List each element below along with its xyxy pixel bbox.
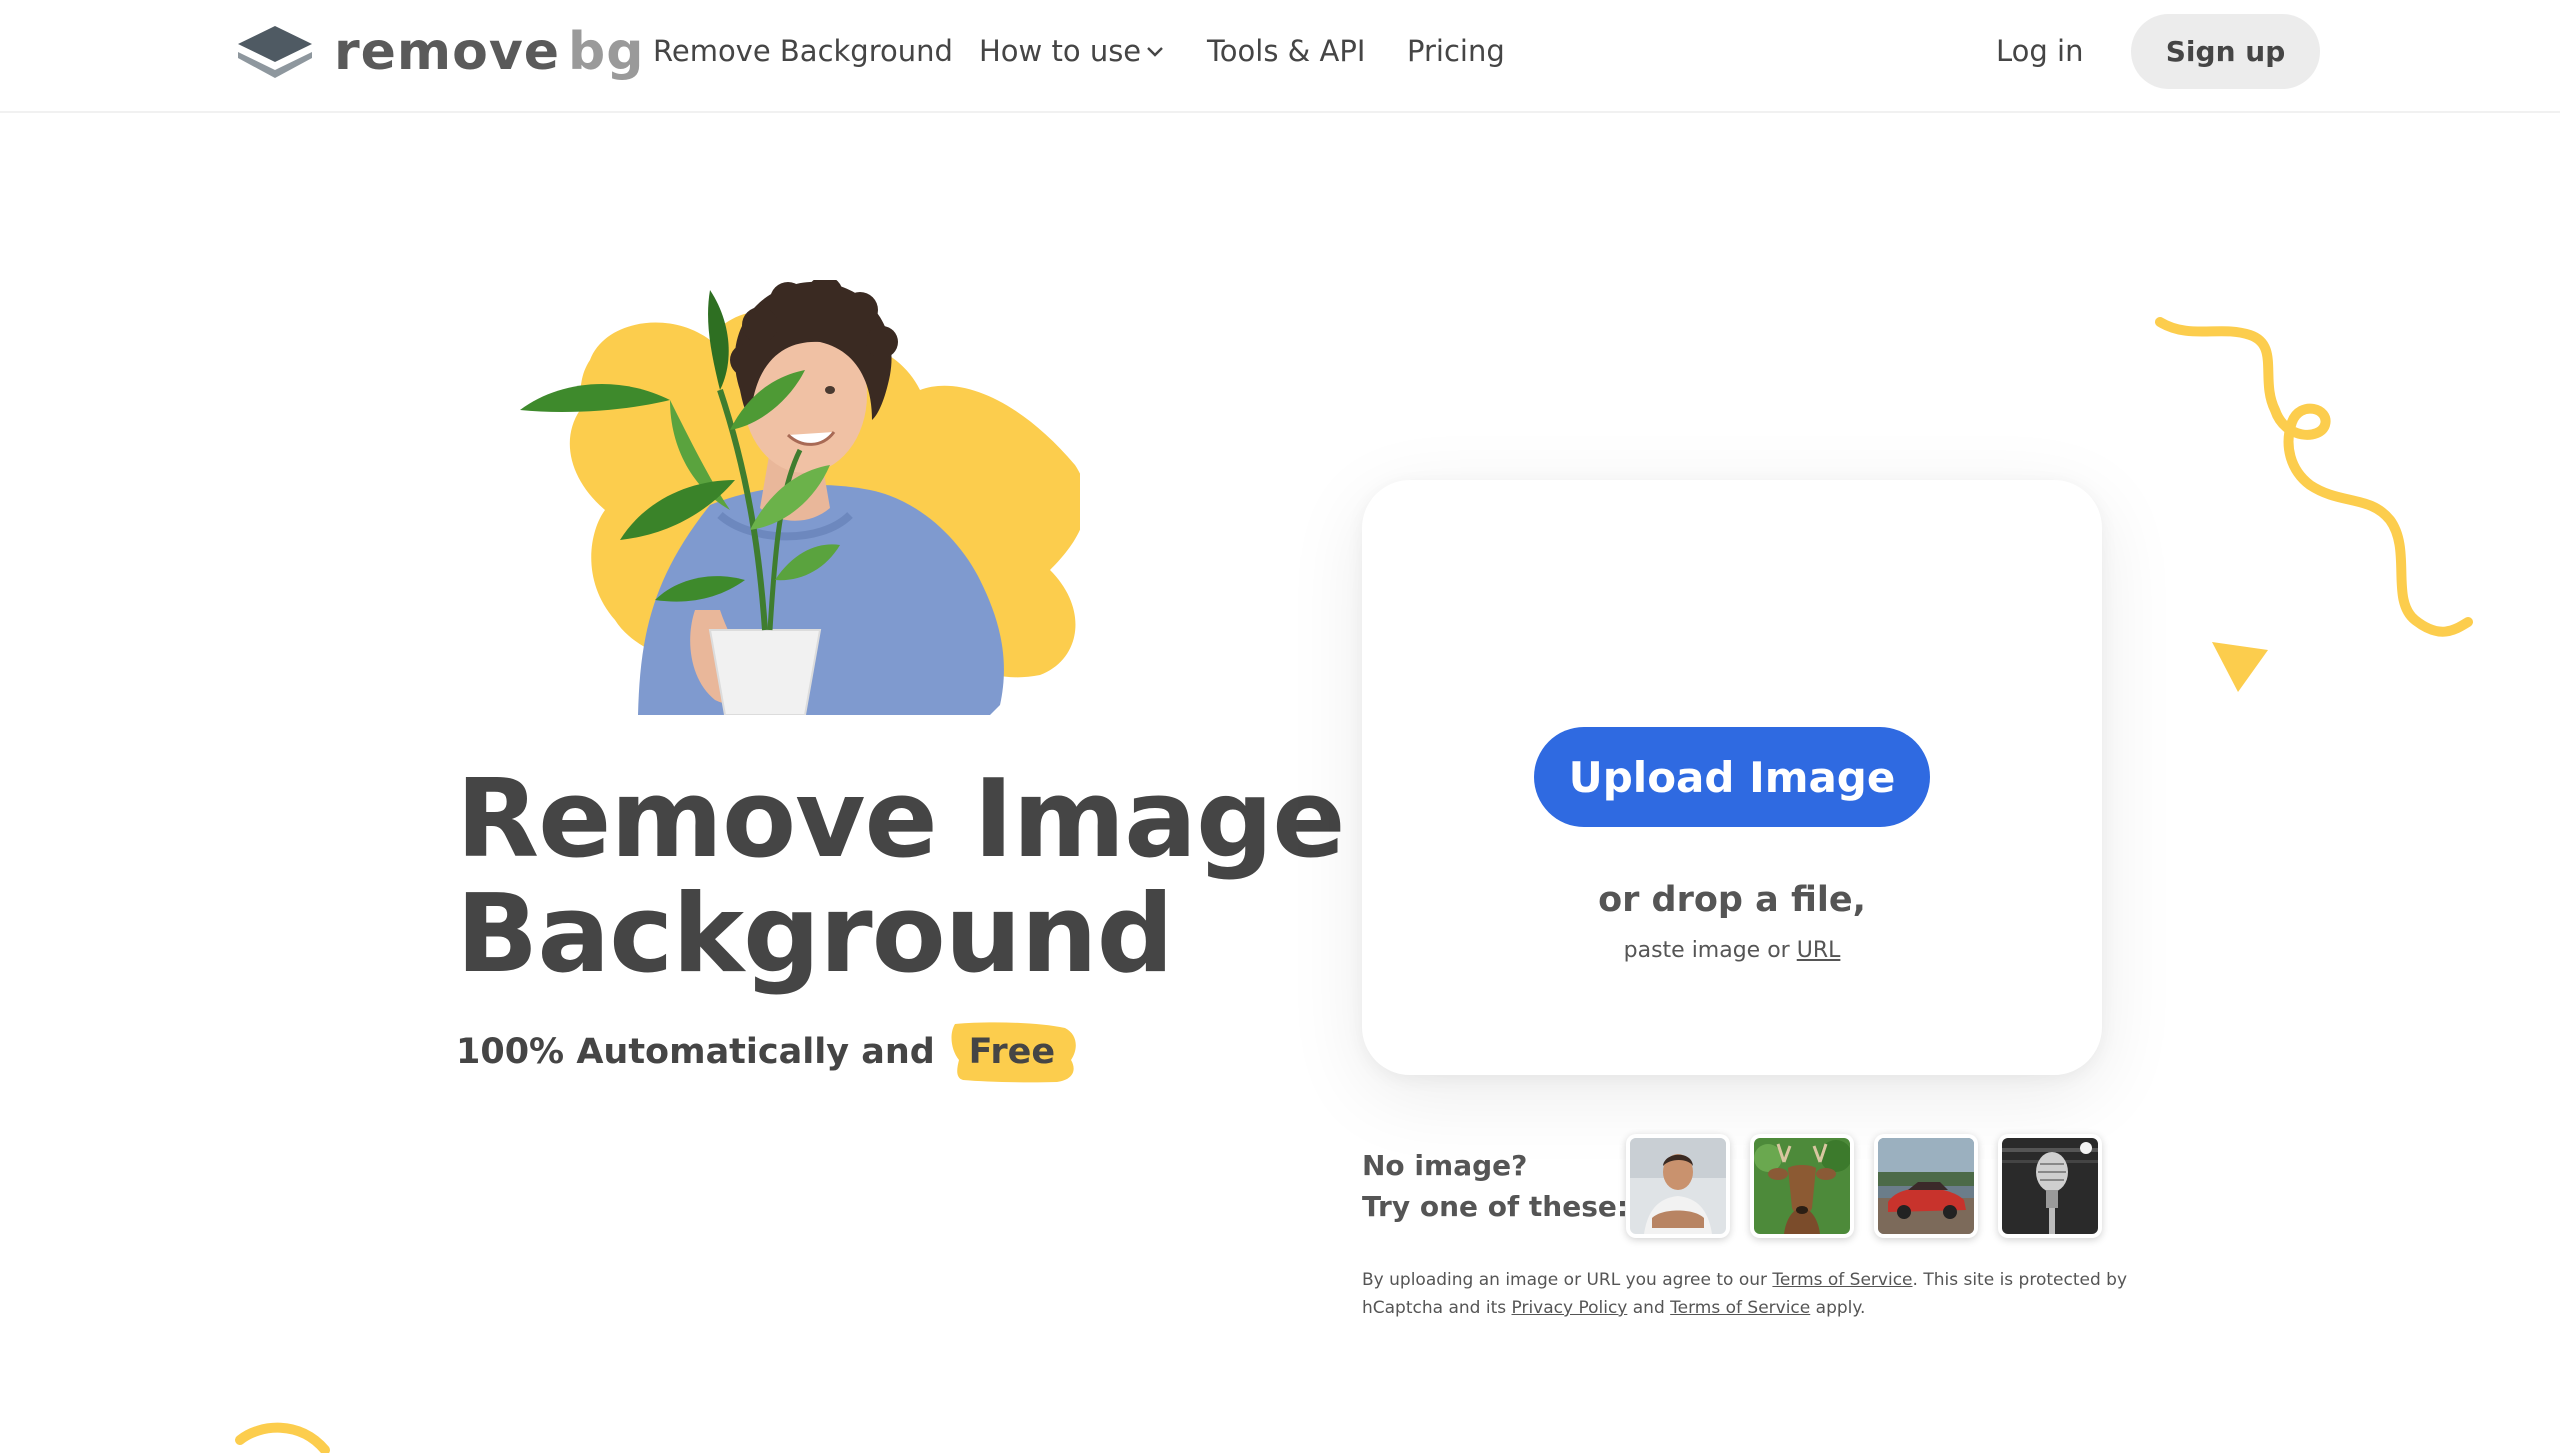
nav-pricing[interactable]: Pricing [1407, 30, 1505, 72]
paste-hint-text: paste image or [1623, 938, 1790, 963]
chevron-down-icon [1147, 47, 1164, 57]
sample-prompt-line-2: Try one of these: [1362, 1190, 1629, 1223]
logo-word-bg: bg [567, 22, 645, 82]
logo-mark-icon [238, 26, 312, 78]
upload-image-button[interactable]: Upload Image [1534, 727, 1930, 827]
sample-deer[interactable] [1750, 1134, 1854, 1238]
sample-person[interactable] [1626, 1134, 1730, 1238]
yellow-arc-decoration [235, 1422, 330, 1453]
hero-title: Remove Image Background [456, 762, 1356, 992]
site-header: remove bg Remove Background How to use To… [0, 0, 2560, 113]
deer-photo-icon [1754, 1138, 1850, 1234]
login-link[interactable]: Log in [1996, 30, 2083, 72]
nav-remove-background[interactable]: Remove Background [653, 30, 953, 72]
free-highlight-text: Free [968, 1032, 1056, 1072]
sample-thumbnails [1626, 1134, 2102, 1238]
yellow-squiggle-decoration [2155, 317, 2473, 692]
signup-button[interactable]: Sign up [2131, 14, 2320, 89]
legal-text-4: apply. [1815, 1298, 1866, 1318]
microphone-photo-icon [2002, 1138, 2098, 1234]
sample-prompt: No image? Try one of these: [1362, 1145, 1628, 1227]
hero-person-illustration [520, 280, 1080, 715]
nav-how-to-use[interactable]: How to use [979, 30, 1164, 72]
paste-hint: paste image or URL [1362, 938, 2102, 963]
hero-title-line-1: Remove Image [456, 757, 1346, 882]
url-link[interactable]: URL [1797, 938, 1841, 963]
person-photo-icon [1630, 1138, 1726, 1234]
sample-car[interactable] [1874, 1134, 1978, 1238]
free-highlight: Free [947, 1020, 1077, 1084]
privacy-policy-link[interactable]: Privacy Policy [1512, 1298, 1628, 1318]
legal-text-1: By uploading an image or URL you agree t… [1362, 1270, 1768, 1290]
nav-how-to-use-label: How to use [979, 34, 1142, 68]
nav-tools-api[interactable]: Tools & API [1207, 30, 1365, 72]
car-photo-icon [1878, 1138, 1974, 1234]
upload-dropzone[interactable]: Upload Image or drop a file, paste image… [1362, 480, 2102, 1075]
legal-text-3: and [1632, 1298, 1665, 1318]
hero-title-line-2: Background [456, 872, 1174, 997]
terms-of-service-link-2[interactable]: Terms of Service [1670, 1298, 1810, 1318]
drop-file-text: or drop a file, [1598, 880, 1866, 920]
sample-microphone[interactable] [1998, 1134, 2102, 1238]
hero-subtitle: 100% Automatically and Free [456, 1020, 1077, 1084]
legal-notice: By uploading an image or URL you agree t… [1362, 1266, 2162, 1322]
page: remove bg Remove Background How to use To… [0, 0, 2560, 1453]
logo[interactable]: remove bg [236, 24, 644, 80]
terms-of-service-link[interactable]: Terms of Service [1772, 1270, 1912, 1290]
logo-word-remove: remove [334, 22, 560, 82]
logo-text: remove bg [334, 24, 644, 80]
sample-prompt-line-1: No image? [1362, 1149, 1528, 1182]
hero-subtitle-text: 100% Automatically and [456, 1032, 935, 1072]
